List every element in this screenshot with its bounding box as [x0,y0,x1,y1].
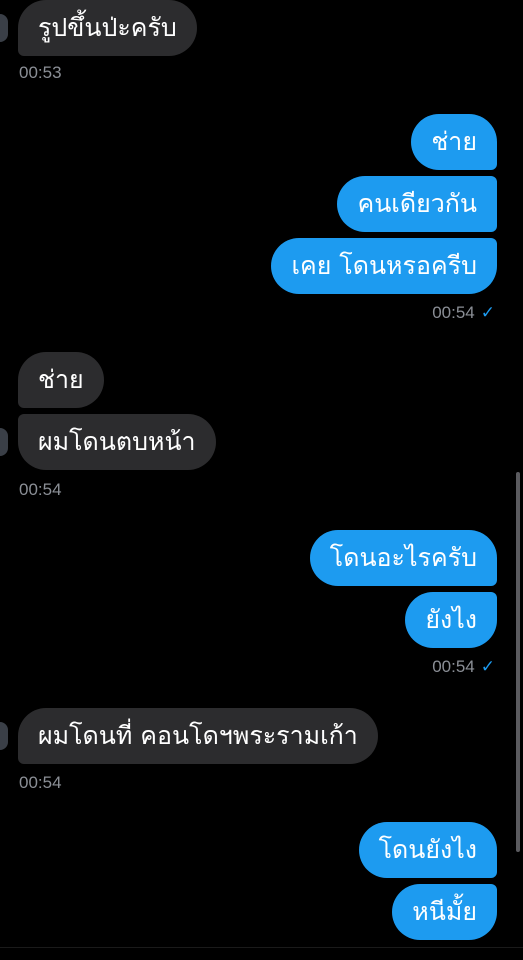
outgoing-message-bubble[interactable]: คนเดียวกัน [337,176,497,232]
message-text: หนีมั้ย [412,897,477,926]
message-text: รูปขึ้นป่ะครับ [38,13,177,42]
timestamp-text: 00:54 [432,303,475,322]
incoming-message-bubble[interactable]: ผมโดนที่ คอนโดฯพระรามเก้า [18,708,378,764]
outgoing-message-bubble[interactable]: ช่าย [411,114,497,170]
message-text: คนเดียวกัน [357,189,477,218]
incoming-message-bubble[interactable]: ผมโดนตบหน้า [18,414,216,470]
message-text: โดนอะไรครับ [329,543,477,572]
message-text: ผมโดนตบหน้า [38,427,196,456]
outgoing-message-bubble[interactable]: ยังไง [405,592,497,648]
message-text: ยังไง [425,605,477,634]
message-text: ช่าย [431,127,477,156]
incoming-message-bubble[interactable]: ช่าย [18,352,104,408]
timestamp-text: 00:54 [19,480,62,499]
timestamp-text: 00:54 [432,657,475,676]
bottom-divider [0,947,523,960]
message-timestamp: 00:54 ✓ [432,303,495,323]
sender-avatar[interactable] [0,722,8,750]
sender-avatar[interactable] [0,428,8,456]
message-timestamp: 00:53 [19,63,62,83]
message-text: ช่าย [38,365,84,394]
outgoing-message-bubble[interactable]: โดนอะไรครับ [309,530,497,586]
message-timestamp: 00:54 [19,480,62,500]
outgoing-message-bubble[interactable]: เคย โดนหรอครีบ [271,238,497,294]
message-timestamp: 00:54 [19,773,62,793]
scrollbar[interactable] [516,472,520,852]
timestamp-text: 00:54 [19,773,62,792]
outgoing-message-bubble[interactable]: หนีมั้ย [392,884,497,940]
timestamp-text: 00:53 [19,63,62,82]
outgoing-message-bubble[interactable]: โดนยังไง [358,822,497,878]
chat-thread[interactable]: รูปขึ้นป่ะครับ 00:53 ช่าย คนเดียวกัน เคย… [0,0,523,960]
checkmark-icon: ✓ [480,303,495,322]
incoming-message-bubble[interactable]: รูปขึ้นป่ะครับ [18,0,197,56]
checkmark-icon: ✓ [480,657,495,676]
message-text: ผมโดนที่ คอนโดฯพระรามเก้า [38,721,358,750]
message-timestamp: 00:54 ✓ [432,657,495,677]
message-text: โดนยังไง [378,835,477,864]
message-text: เคย โดนหรอครีบ [291,251,477,280]
sender-avatar[interactable] [0,14,8,42]
